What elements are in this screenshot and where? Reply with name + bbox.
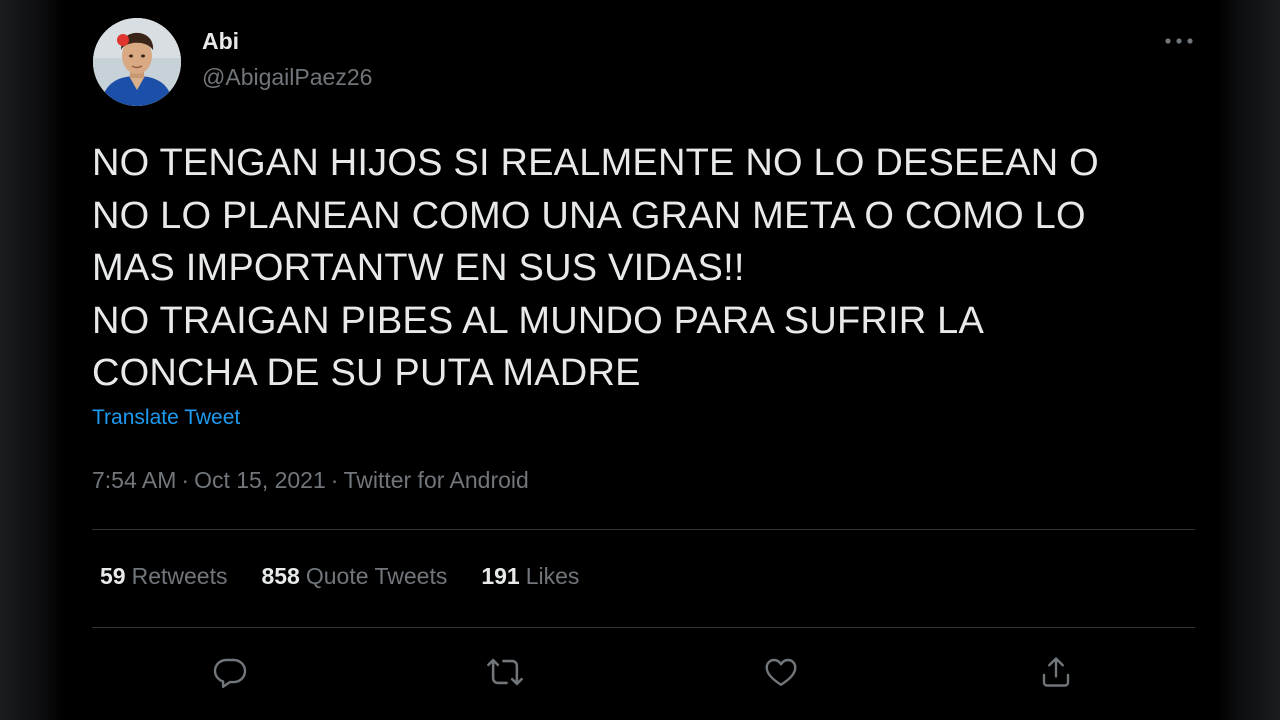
action-bar [64, 650, 1216, 696]
retweet-icon [487, 658, 523, 686]
meta-separator: · [330, 467, 339, 493]
retweets-count: 59 [100, 563, 126, 589]
retweets-label: Retweets [131, 563, 228, 589]
quote-tweets-count: 858 [261, 563, 300, 589]
meta-separator: · [181, 467, 190, 493]
tweet-metadata: 7:54 AM · Oct 15, 2021 · Twitter for Android [92, 467, 529, 494]
more-options-button[interactable] [1162, 28, 1196, 54]
retweets-stat[interactable]: 59 Retweets [100, 563, 227, 590]
author-name[interactable]: Abi [202, 28, 239, 55]
like-button[interactable] [759, 650, 803, 694]
tweet-card: Abi @AbigailPaez26 NO TENGAN HIJOS SI RE… [64, 0, 1216, 720]
author-handle[interactable]: @AbigailPaez26 [202, 64, 372, 91]
translate-tweet-link[interactable]: Translate Tweet [92, 406, 240, 430]
quote-tweets-label: Quote Tweets [305, 563, 448, 589]
tweet-time[interactable]: 7:54 AM [92, 467, 176, 493]
avatar[interactable] [93, 18, 181, 106]
retweet-button[interactable] [483, 650, 527, 694]
share-icon [1042, 657, 1070, 687]
quote-tweets-stat[interactable]: 858 Quote Tweets [261, 563, 447, 590]
tweet-text: NO TENGAN HIJOS SI REALMENTE NO LO DESEE… [92, 142, 1099, 394]
tweet-source[interactable]: Twitter for Android [343, 467, 528, 493]
likes-label: Likes [525, 563, 580, 589]
likes-stat[interactable]: 191 Likes [481, 563, 579, 590]
reply-button[interactable] [208, 650, 252, 694]
heart-icon [765, 658, 797, 686]
divider [92, 529, 1195, 530]
screenshot-frame: Abi @AbigailPaez26 NO TENGAN HIJOS SI RE… [0, 0, 1280, 720]
likes-count: 191 [481, 563, 520, 589]
share-button[interactable] [1034, 650, 1078, 694]
tweet-date[interactable]: Oct 15, 2021 [194, 467, 326, 493]
divider [92, 627, 1195, 628]
avatar-image [93, 18, 181, 106]
more-icon [1165, 38, 1193, 44]
tweet-stats: 59 Retweets 858 Quote Tweets 191 Likes [100, 563, 613, 590]
reply-icon [213, 658, 247, 688]
